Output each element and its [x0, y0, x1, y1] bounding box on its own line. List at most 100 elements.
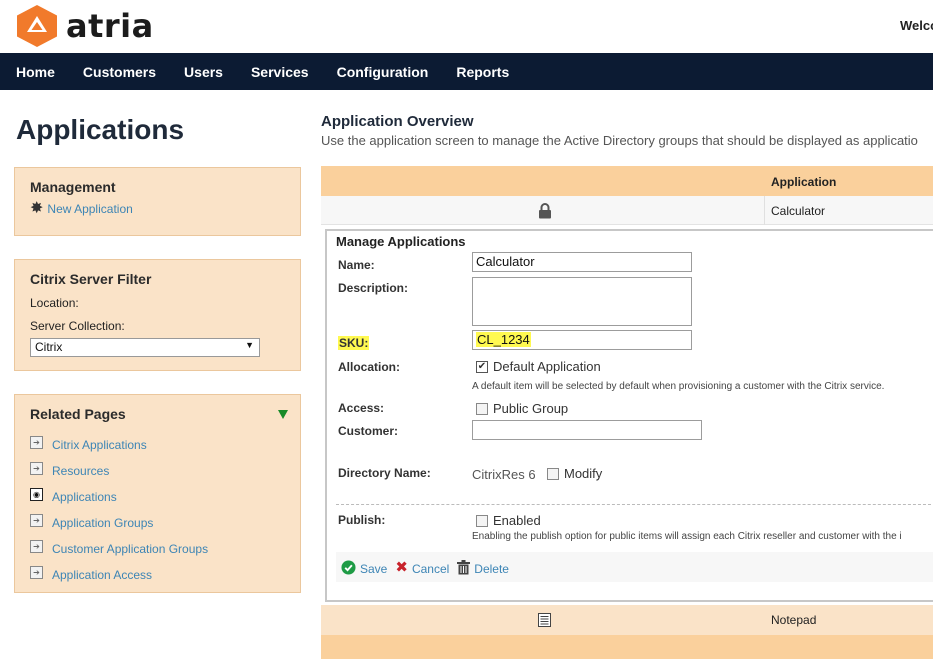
column-header-application[interactable]: Application — [771, 175, 836, 189]
enabled-checkbox[interactable]: Enabled — [476, 513, 541, 528]
modify-checkbox[interactable]: Modify — [547, 466, 602, 481]
page-title: Applications — [16, 114, 185, 145]
modify-label: Modify — [564, 466, 603, 481]
customer-input[interactable] — [472, 420, 702, 440]
server-filter-panel: Citrix Server Filter Location: Server Co… — [14, 259, 301, 371]
related-item-label[interactable]: Applications — [52, 490, 117, 504]
nav-home[interactable]: Home — [16, 64, 55, 80]
save-label: Save — [360, 562, 388, 576]
atria-logo[interactable]: atria — [14, 4, 154, 48]
location-label: Location: — [30, 296, 79, 310]
new-application-link[interactable]: ✸ New Application — [30, 200, 300, 217]
cancel-x-icon: ✖ — [395, 559, 408, 576]
server-filter-title: Citrix Server Filter — [30, 271, 152, 287]
related-pages-title: Related Pages — [30, 406, 126, 422]
star-burst-icon: ✸ — [30, 200, 44, 217]
lock-icon — [538, 203, 552, 224]
new-application-label[interactable]: New Application — [47, 202, 132, 216]
sku-input[interactable]: CL_1234 — [472, 330, 692, 350]
default-application-label: Default Application — [493, 359, 601, 374]
manage-applications-form: Manage Applications Name: Calculator Des… — [325, 229, 933, 602]
related-item-customer-application-groups[interactable]: ➔ Customer Application Groups — [30, 536, 300, 562]
related-item-application-access[interactable]: ➔ Application Access — [30, 562, 300, 588]
manage-applications-title: Manage Applications — [336, 234, 466, 249]
publish-label: Publish: — [338, 513, 386, 527]
overview-title: Application Overview — [321, 113, 474, 130]
default-application-checkbox[interactable]: ✔ Default Application — [476, 359, 601, 374]
form-actions: Save ✖ Cancel Delete — [336, 552, 933, 582]
application-cell: Notepad — [771, 613, 817, 627]
checkbox-icon[interactable] — [476, 514, 488, 527]
sku-label: SKU: — [338, 336, 370, 350]
current-page-icon: ◉ — [30, 487, 43, 501]
table-row[interactable]: Calculator — [321, 196, 933, 225]
trash-icon — [457, 559, 471, 574]
allocation-label: Allocation: — [338, 360, 400, 374]
table-row — [321, 635, 933, 659]
name-label: Name: — [338, 258, 375, 272]
public-group-checkbox[interactable]: Public Group — [476, 401, 568, 416]
publish-hint: Enabling the publish option for public i… — [472, 531, 902, 542]
nav-users[interactable]: Users — [184, 64, 223, 80]
main-nav: Home Customers Users Services Configurat… — [0, 53, 933, 90]
nav-configuration[interactable]: Configuration — [337, 64, 429, 80]
delete-button[interactable]: Delete — [457, 558, 509, 576]
related-item-label[interactable]: Customer Application Groups — [52, 542, 208, 556]
arrow-page-icon: ➔ — [30, 435, 43, 449]
overview-description: Use the application screen to manage the… — [321, 133, 918, 148]
server-collection-select[interactable]: Citrix ▼ — [30, 338, 260, 357]
server-collection-value: Citrix — [35, 340, 63, 354]
related-item-label[interactable]: Application Access — [52, 568, 152, 582]
related-item-label[interactable]: Citrix Applications — [52, 438, 147, 452]
nav-customers[interactable]: Customers — [83, 64, 156, 80]
arrow-page-icon: ➔ — [30, 539, 43, 553]
delete-label: Delete — [474, 562, 509, 576]
checkbox-icon[interactable] — [547, 467, 559, 480]
application-cell: Calculator — [771, 204, 826, 218]
allocation-hint: A default item will be selected by defau… — [472, 381, 885, 392]
nav-services[interactable]: Services — [251, 64, 309, 80]
directory-name-label: Directory Name: — [338, 466, 431, 480]
header: atria Welco — [0, 0, 933, 53]
logo-text: atria — [66, 7, 154, 45]
description-label: Description: — [338, 281, 409, 295]
check-circle-icon — [341, 559, 356, 575]
save-button[interactable]: Save — [341, 558, 387, 576]
nav-reports[interactable]: Reports — [456, 64, 509, 80]
arrow-page-icon: ➔ — [30, 513, 43, 527]
enabled-label: Enabled — [493, 513, 541, 528]
arrow-page-icon: ➔ — [30, 461, 43, 475]
related-item-citrix-applications[interactable]: ➔ Citrix Applications — [30, 432, 300, 458]
sku-value: CL_1234 — [476, 332, 531, 347]
section-divider — [336, 504, 933, 505]
dropdown-arrow-icon: ▼ — [245, 340, 254, 350]
name-input[interactable]: Calculator — [472, 252, 692, 272]
related-item-resources[interactable]: ➔ Resources — [30, 458, 300, 484]
sku-label-text: SKU: — [338, 336, 370, 350]
hexagon-logo-icon — [17, 5, 57, 47]
column-divider — [764, 196, 765, 225]
related-item-applications[interactable]: ◉ Applications — [30, 484, 300, 510]
applications-table: Application Calculator — [321, 166, 933, 225]
collapse-triangle-icon[interactable] — [278, 409, 288, 419]
table-header: Application — [321, 166, 933, 196]
server-collection-label: Server Collection: — [30, 319, 125, 333]
checkbox-checked-icon[interactable]: ✔ — [476, 360, 488, 373]
cancel-button[interactable]: ✖ Cancel — [395, 558, 449, 576]
related-item-label[interactable]: Application Groups — [52, 516, 153, 530]
description-textarea[interactable] — [472, 277, 692, 326]
customer-label: Customer: — [338, 424, 399, 438]
welcome-text: Welco — [900, 18, 933, 33]
management-title: Management — [30, 179, 116, 195]
cancel-label: Cancel — [411, 562, 450, 576]
table-row[interactable]: Notepad — [321, 605, 933, 635]
related-item-label[interactable]: Resources — [52, 464, 109, 478]
access-label: Access: — [338, 401, 385, 415]
related-pages-panel: Related Pages ➔ Citrix Applications ➔ Re… — [14, 394, 301, 593]
notepad-icon — [538, 613, 551, 632]
arrow-page-icon: ➔ — [30, 565, 43, 579]
checkbox-icon[interactable] — [476, 402, 488, 415]
related-item-application-groups[interactable]: ➔ Application Groups — [30, 510, 300, 536]
public-group-label: Public Group — [493, 401, 569, 416]
management-panel: Management ✸ New Application — [14, 167, 301, 236]
